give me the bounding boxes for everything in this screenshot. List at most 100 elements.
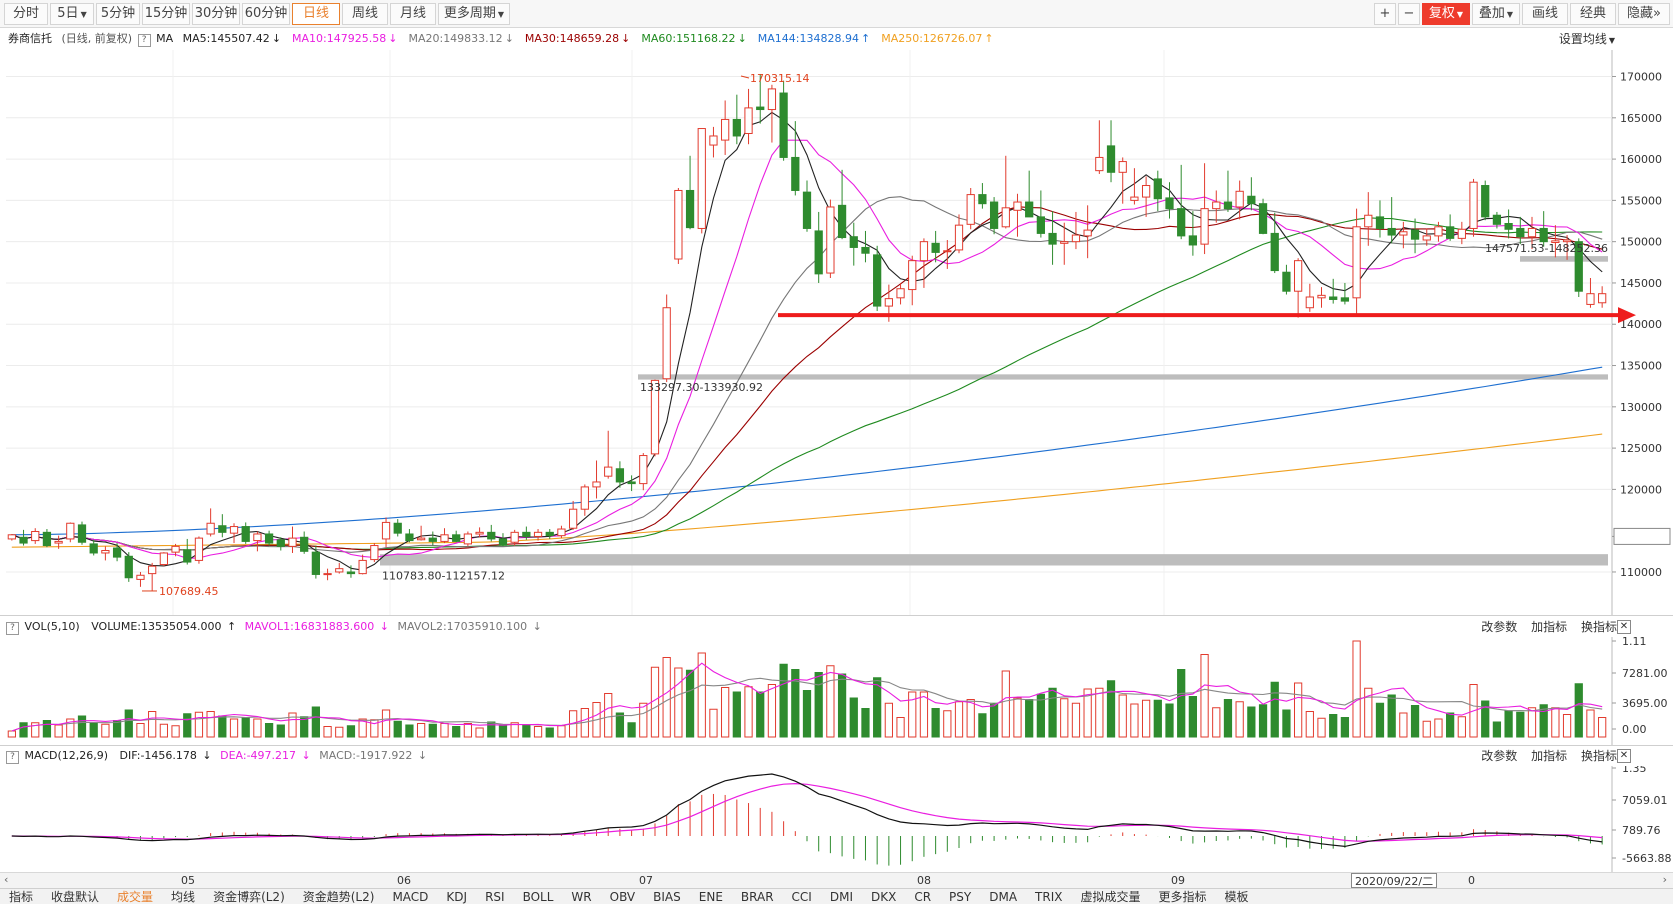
candle-body bbox=[288, 537, 297, 547]
period-tab-timeshare[interactable]: 分时 bbox=[4, 3, 48, 25]
macd-switch-indicator-button[interactable]: 换指标 bbox=[1581, 746, 1617, 766]
period-tab-60min[interactable]: 60分钟 bbox=[242, 3, 290, 25]
indicator-tab[interactable]: 资金博弈(L2) bbox=[204, 889, 294, 904]
volume-bar bbox=[1013, 697, 1022, 738]
candle-body bbox=[405, 533, 414, 542]
ma-label: MA bbox=[156, 32, 174, 45]
indicator-tab[interactable]: CR bbox=[905, 889, 940, 904]
candle-body bbox=[510, 531, 519, 543]
macd-chart[interactable]: 1.35 7059.01 789.76 -5663.88 bbox=[0, 766, 1673, 872]
indicator-tab[interactable]: 指标 bbox=[0, 889, 42, 904]
indicator-tab[interactable]: WR bbox=[562, 889, 600, 904]
indicator-tab[interactable]: 虚拟成交量 bbox=[1071, 889, 1149, 904]
time-axis[interactable]: ‹ 05 06 07 08 09 2020/09/22/二 0 › bbox=[0, 872, 1673, 888]
indicator-tab[interactable]: TRIX bbox=[1026, 889, 1071, 904]
candle bbox=[1340, 282, 1350, 305]
candle-body bbox=[148, 565, 157, 575]
vol-add-indicator-button[interactable]: 加指标 bbox=[1531, 617, 1567, 637]
candle-body bbox=[323, 573, 332, 576]
indicator-tab[interactable]: DKX bbox=[862, 889, 905, 904]
indicator-tab[interactable]: RSI bbox=[476, 889, 514, 904]
period-tab-weekly[interactable]: 周线 bbox=[342, 3, 388, 25]
volume-bar bbox=[1422, 720, 1431, 738]
help-icon[interactable]: ? bbox=[6, 622, 19, 635]
indicator-tab[interactable]: MACD bbox=[383, 889, 437, 904]
indicator-tab[interactable]: DMA bbox=[980, 889, 1026, 904]
volume-chart[interactable]: 1.11 7281.00 3695.00 0.00 bbox=[0, 637, 1673, 745]
scroll-right-icon[interactable]: › bbox=[1663, 873, 1667, 886]
close-icon[interactable]: ✕ bbox=[1617, 620, 1631, 634]
volume-bar bbox=[639, 702, 648, 738]
indicator-tab[interactable]: CCI bbox=[783, 889, 821, 904]
volume-bar bbox=[721, 687, 730, 738]
indicator-tab[interactable]: OBV bbox=[601, 889, 645, 904]
overlay-button[interactable]: 叠加 ▼ bbox=[1472, 3, 1520, 25]
period-tab-daily[interactable]: 日线 bbox=[292, 3, 340, 25]
candle bbox=[674, 187, 683, 264]
candlestick-chart[interactable]: 170000 165000 160000 155000 150000 145000 1400… bbox=[0, 50, 1673, 615]
candle-body bbox=[1083, 229, 1092, 237]
candle bbox=[370, 543, 379, 563]
draw-line-button[interactable]: 画线 bbox=[1522, 3, 1568, 25]
candle bbox=[1469, 178, 1478, 237]
support-zone-low bbox=[380, 554, 1608, 566]
macd-title: MACD(12,26,9) bbox=[24, 749, 109, 762]
indicator-tab[interactable]: BRAR bbox=[732, 889, 783, 904]
period-tab-more[interactable]: 更多周期 ▼ bbox=[438, 3, 510, 25]
indicator-tab[interactable]: KDJ bbox=[437, 889, 476, 904]
candle bbox=[826, 199, 835, 278]
candle bbox=[124, 552, 133, 582]
indicator-tab[interactable]: 均线 bbox=[162, 889, 204, 904]
classic-button[interactable]: 经典 bbox=[1570, 3, 1616, 25]
zoom-out-button[interactable]: − bbox=[1398, 3, 1420, 25]
indicator-tab[interactable]: ENE bbox=[690, 889, 732, 904]
macd-add-indicator-button[interactable]: 加指标 bbox=[1531, 746, 1567, 766]
help-icon[interactable]: ? bbox=[137, 34, 151, 47]
vol-change-params-button[interactable]: 改参数 bbox=[1481, 617, 1517, 637]
help-icon[interactable]: ? bbox=[6, 751, 19, 764]
candle bbox=[1118, 157, 1127, 204]
period-tab-15min[interactable]: 15分钟 bbox=[142, 3, 190, 25]
period-tab-30min[interactable]: 30分钟 bbox=[192, 3, 240, 25]
candle-body bbox=[1504, 223, 1513, 230]
candle-body bbox=[264, 533, 274, 544]
candle-body bbox=[1001, 207, 1010, 228]
adjust-rights-button[interactable]: 复权 ▼ bbox=[1422, 3, 1470, 25]
indicator-tab[interactable]: 模板 bbox=[1216, 889, 1258, 904]
period-tab-5day[interactable]: 5日 ▼ bbox=[50, 3, 94, 25]
candle bbox=[393, 519, 402, 537]
vol-switch-indicator-button[interactable]: 换指标 bbox=[1581, 617, 1617, 637]
volume-bar bbox=[463, 723, 473, 738]
zoom-in-button[interactable]: + bbox=[1374, 3, 1396, 25]
indicator-tab[interactable]: BOLL bbox=[514, 889, 563, 904]
indicator-tab[interactable]: 成交量 bbox=[108, 889, 162, 904]
macd-change-params-button[interactable]: 改参数 bbox=[1481, 746, 1517, 766]
ma-settings-button[interactable]: 设置均线 ▼ bbox=[1559, 28, 1615, 52]
candle bbox=[1293, 258, 1303, 318]
candle bbox=[1504, 209, 1513, 239]
candle bbox=[1446, 214, 1455, 241]
month-label-partial: 0 bbox=[1468, 874, 1475, 887]
period-tab-monthly[interactable]: 月线 bbox=[390, 3, 436, 25]
close-icon[interactable]: ✕ bbox=[1617, 749, 1631, 763]
candle-body bbox=[1118, 161, 1127, 173]
candle bbox=[1188, 211, 1198, 256]
indicator-tab[interactable]: DMI bbox=[821, 889, 862, 904]
candle bbox=[136, 571, 145, 587]
indicator-tab[interactable]: BIAS bbox=[644, 889, 690, 904]
hide-button[interactable]: 隐藏» bbox=[1618, 3, 1670, 25]
period-tab-5min[interactable]: 5分钟 bbox=[96, 3, 140, 25]
candle bbox=[416, 525, 426, 541]
indicator-tab[interactable]: 更多指标 bbox=[1150, 889, 1216, 904]
volume-bar bbox=[522, 724, 531, 738]
volume-bar bbox=[101, 723, 110, 738]
candle bbox=[569, 500, 578, 530]
scroll-left-icon[interactable]: ‹ bbox=[4, 873, 8, 886]
candle-body bbox=[978, 194, 987, 205]
candle bbox=[323, 568, 332, 581]
indicator-tab[interactable]: 资金趋势(L2) bbox=[294, 889, 384, 904]
candle-body bbox=[849, 236, 858, 248]
candle bbox=[779, 80, 788, 161]
indicator-tab[interactable]: PSY bbox=[940, 889, 980, 904]
indicator-tab[interactable]: 收盘默认 bbox=[42, 889, 108, 904]
